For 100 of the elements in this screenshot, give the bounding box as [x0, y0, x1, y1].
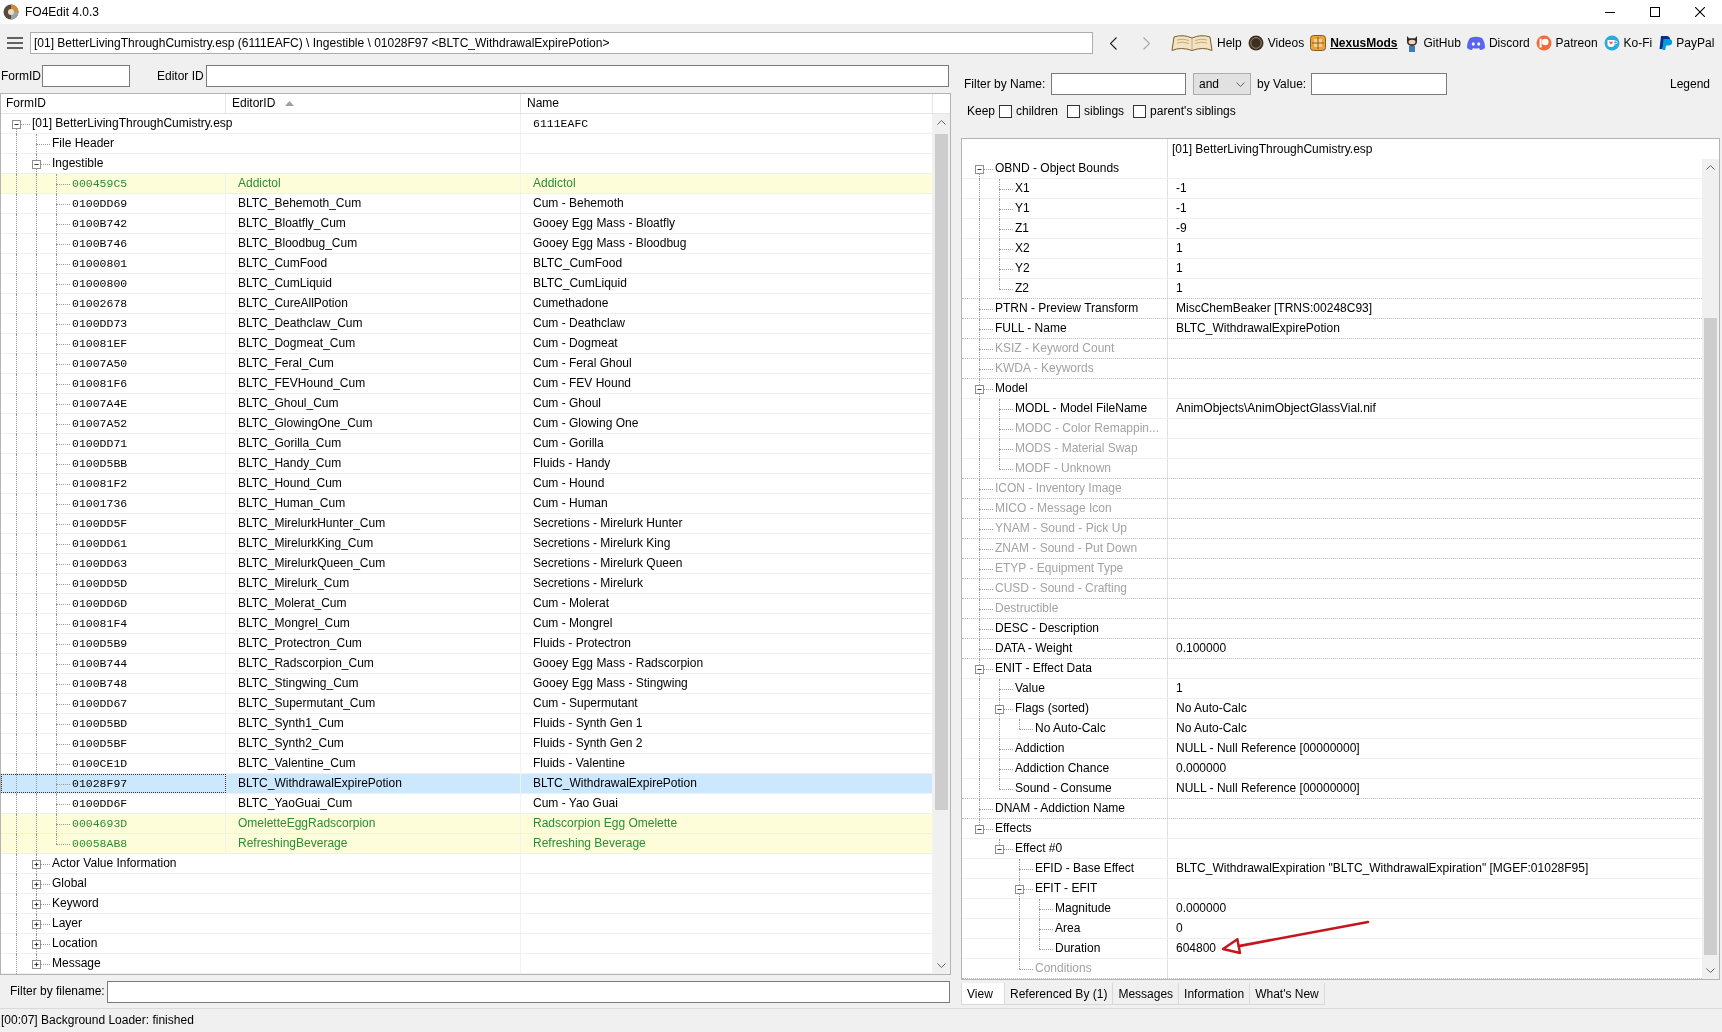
tree-row[interactable]: 010081F6 BLTC_FEVHound_Cum Cum - FEV Hound — [1, 374, 933, 394]
tree-row[interactable]: 010081EF BLTC_Dogmeat_Cum Cum - Dogmeat — [1, 334, 933, 354]
toolbar-link[interactable]: Videos — [1247, 35, 1305, 51]
field-row[interactable]: Value 1 — [962, 679, 1702, 699]
field-row[interactable]: X1 -1 — [962, 179, 1702, 199]
field-row[interactable]: Z1 -9 — [962, 219, 1702, 239]
vertical-scrollbar[interactable] — [1702, 159, 1719, 979]
toolbar-link[interactable]: NexusMods — [1310, 35, 1398, 51]
plus-box-icon[interactable] — [32, 860, 41, 869]
minus-box-icon[interactable] — [995, 845, 1004, 854]
toolbar-link[interactable]: Patreon — [1535, 35, 1598, 51]
toolbar-link[interactable]: Discord — [1466, 35, 1530, 51]
tree-row[interactable]: 0100DD73 BLTC_Deathclaw_Cum Cum - Deathclaw — [1, 314, 933, 334]
tab[interactable]: View — [961, 983, 1005, 1005]
tree-row[interactable]: Keyword — [1, 894, 933, 914]
column-header[interactable]: FormID — [1, 94, 226, 113]
toolbar-link[interactable]: Help — [1171, 34, 1242, 52]
name-filter-field[interactable] — [1051, 73, 1186, 95]
field-row[interactable]: Y2 1 — [962, 259, 1702, 279]
field-row[interactable]: DESC - Description — [962, 619, 1702, 639]
plus-box-icon[interactable] — [32, 920, 41, 929]
tree-row[interactable]: 01000800 BLTC_CumLiquid BLTC_CumLiquid — [1, 274, 933, 294]
tree-row[interactable]: 0100B746 BLTC_Bloodbug_Cum Gooey Egg Mass - Bloodbug — [1, 234, 933, 254]
field-row[interactable]: No Auto-Calc No Auto-Calc — [962, 719, 1702, 739]
field-row[interactable]: Effect #0 — [962, 839, 1702, 859]
toolbar-link[interactable]: PayPal — [1658, 35, 1715, 51]
tree-row[interactable]: 010081F2 BLTC_Hound_Cum Cum - Hound — [1, 474, 933, 494]
minus-box-icon[interactable] — [1015, 885, 1024, 894]
tree-row[interactable]: 0100DD71 BLTC_Gorilla_Cum Cum - Gorilla — [1, 434, 933, 454]
plus-box-icon[interactable] — [32, 940, 41, 949]
form-id-field[interactable] — [42, 65, 130, 87]
tree-row[interactable]: 0100DD61 BLTC_MirelurkKing_Cum Secretions - Mirelurk King — [1, 534, 933, 554]
tree-row[interactable]: Actor Value Information — [1, 854, 933, 874]
tree-row[interactable]: Location — [1, 934, 933, 954]
plus-box-icon[interactable] — [32, 900, 41, 909]
tree-row[interactable]: 0100DD67 BLTC_Supermutant_Cum Cum - Supermutant — [1, 694, 933, 714]
tree-row[interactable]: 0100DD5F BLTC_MirelurkHunter_Cum Secretions - Mirelurk Hunter — [1, 514, 933, 534]
tree-row[interactable]: 000459C5 Addictol Addictol — [1, 174, 933, 194]
path-field[interactable]: [01] BetterLivingThroughCumistry.esp (6111EAFC) \ Ingestible \ 01028F97 <BLTC_WithdrawalExpirePotion> — [30, 32, 1093, 54]
field-row[interactable]: DNAM - Addiction Name — [962, 799, 1702, 819]
field-row[interactable]: Flags (sorted) No Auto-Calc — [962, 699, 1702, 719]
tree-row[interactable]: 01001736 BLTC_Human_Cum Cum - Human — [1, 494, 933, 514]
tree-row[interactable]: 0100D5BD BLTC_Synth1_Cum Fluids - Synth Gen 1 — [1, 714, 933, 734]
field-row[interactable]: Duration 604800 — [962, 939, 1702, 959]
tree-row[interactable]: 0100DD63 BLTC_MirelurkQueen_Cum Secretions - Mirelurk Queen — [1, 554, 933, 574]
column-header[interactable]: EditorID — [226, 94, 521, 113]
tree-row[interactable]: 01028F97 BLTC_WithdrawalExpirePotion BLTC_WithdrawalExpirePotion — [1, 774, 933, 794]
tree-row[interactable]: 0100B744 BLTC_Radscorpion_Cum Gooey Egg Mass - Radscorpion — [1, 654, 933, 674]
tree-row[interactable]: 01007A50 BLTC_Feral_Cum Cum - Feral Ghoul — [1, 354, 933, 374]
field-row[interactable]: OBND - Object Bounds — [962, 159, 1702, 179]
checkbox[interactable] — [999, 104, 1012, 118]
field-row[interactable]: DATA - Weight 0.100000 — [962, 639, 1702, 659]
tree-row[interactable]: 01002678 BLTC_CureAllPotion Cumethadone — [1, 294, 933, 314]
tree-row[interactable]: 01000801 BLTC_CumFood BLTC_CumFood — [1, 254, 933, 274]
field-row[interactable]: X2 1 — [962, 239, 1702, 259]
editor-id-field[interactable] — [206, 65, 949, 87]
minus-box-icon[interactable] — [975, 665, 984, 674]
field-row[interactable]: Y1 -1 — [962, 199, 1702, 219]
plus-box-icon[interactable] — [32, 960, 41, 969]
field-row[interactable]: Z2 1 — [962, 279, 1702, 299]
field-row[interactable]: Area 0 — [962, 919, 1702, 939]
tree-row[interactable]: [01] BetterLivingThroughCumistry.esp 6111EAFC — [1, 114, 933, 134]
tree-row[interactable]: Message — [1, 954, 933, 974]
tree-row[interactable]: Layer — [1, 914, 933, 934]
tree-row[interactable]: 0100DD6D BLTC_Molerat_Cum Cum - Molerat — [1, 594, 933, 614]
plus-box-icon[interactable] — [32, 880, 41, 889]
tree-row[interactable]: 0100B742 BLTC_Bloatfly_Cum Gooey Egg Mass - Bloatfly — [1, 214, 933, 234]
scrollbar-thumb[interactable] — [935, 134, 948, 810]
field-row[interactable]: Magnitude 0.000000 — [962, 899, 1702, 919]
tree-row[interactable]: 0100D5BB BLTC_Handy_Cum Fluids - Handy — [1, 454, 933, 474]
tab[interactable]: What's New — [1249, 983, 1325, 1005]
field-row[interactable]: PTRN - Preview Transform MiscChemBeaker [TRNS:00248C93] — [962, 299, 1702, 319]
minus-box-icon[interactable] — [995, 705, 1004, 714]
tree-row[interactable]: 00058AB8 RefreshingBeverage Refreshing Beverage — [1, 834, 933, 854]
minus-box-icon[interactable] — [975, 385, 984, 394]
minus-box-icon[interactable] — [975, 825, 984, 834]
minus-box-icon[interactable] — [975, 165, 984, 174]
minus-box-icon[interactable] — [12, 120, 21, 129]
value-filter-field[interactable] — [1311, 73, 1447, 95]
tree-row[interactable]: Global — [1, 874, 933, 894]
field-row[interactable]: MODL - Model FileName AnimObjects\AnimObjectGlassVial.nif — [962, 399, 1702, 419]
tree-row[interactable]: 0100D5BF BLTC_Synth2_Cum Fluids - Synth Gen 2 — [1, 734, 933, 754]
tree-row[interactable]: 010081F4 BLTC_Mongrel_Cum Cum - Mongrel — [1, 614, 933, 634]
field-row[interactable]: FULL - Name BLTC_WithdrawalExpirePotion — [962, 319, 1702, 339]
checkbox[interactable] — [1067, 104, 1081, 118]
toolbar-link[interactable]: Ko-Fi — [1603, 35, 1653, 51]
minus-box-icon[interactable] — [32, 160, 41, 169]
toolbar-link[interactable]: GitHub — [1403, 34, 1461, 52]
field-row[interactable]: Addiction Chance 0.000000 — [962, 759, 1702, 779]
column-header[interactable]: Name — [521, 94, 933, 113]
tree-row[interactable]: 0100DD5D BLTC_Mirelurk_Cum Secretions - Mirelurk — [1, 574, 933, 594]
field-row[interactable]: Addiction NULL - Null Reference [00000000] — [962, 739, 1702, 759]
legend-button[interactable]: Legend — [1669, 76, 1710, 92]
vertical-scrollbar[interactable] — [933, 114, 950, 974]
scrollbar-thumb[interactable] — [1704, 318, 1717, 955]
field-row[interactable]: Model — [962, 379, 1702, 399]
field-row[interactable]: ENIT - Effect Data — [962, 659, 1702, 679]
field-row[interactable]: Effects — [962, 819, 1702, 839]
field-row[interactable]: EFID - Base Effect BLTC_WithdrawalExpiration "BLTC_WithdrawalExpiration" [MGEF:01028F95] — [962, 859, 1702, 879]
tree-row[interactable]: 0100B748 BLTC_Stingwing_Cum Gooey Egg Mass - Stingwing — [1, 674, 933, 694]
